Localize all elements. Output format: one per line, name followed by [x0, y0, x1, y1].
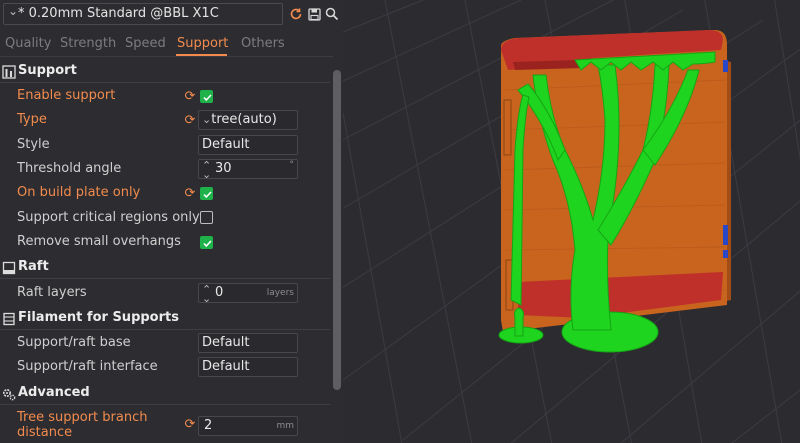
- tab-quality[interactable]: Quality: [5, 36, 51, 51]
- raft-layers-unit: layers: [266, 288, 294, 298]
- preset-name: * 0.20mm Standard @BBL X1C: [18, 6, 219, 21]
- viewport-scene: [343, 0, 800, 443]
- reset-arrow-icon[interactable]: ⟳: [183, 187, 197, 201]
- section-raft-header: Raft: [0, 258, 330, 278]
- threshold-angle-label: Threshold angle: [17, 161, 122, 176]
- section-advanced-header: Advanced: [0, 384, 330, 404]
- support-raft-interface-value: Default: [202, 359, 250, 374]
- tab-support[interactable]: Support: [177, 36, 228, 51]
- tab-speed[interactable]: Speed: [125, 36, 166, 51]
- tree-branch-distance-value: 2: [204, 418, 213, 433]
- style-label: Style: [17, 137, 50, 152]
- 3d-viewport[interactable]: [343, 0, 800, 443]
- on-build-plate-only-checkbox[interactable]: [200, 187, 213, 200]
- process-preset-dropdown[interactable]: ⌄ * 0.20mm Standard @BBL X1C: [3, 3, 283, 25]
- section-title: Raft: [18, 259, 49, 274]
- support-style-value: Default: [202, 137, 250, 152]
- tree-branch-distance-label-line2: distance: [17, 425, 73, 440]
- support-section-icon: [2, 64, 16, 79]
- section-divider: [0, 82, 330, 83]
- gears-icon: [2, 386, 16, 401]
- tree-branch-distance-input[interactable]: 2 mm: [198, 416, 298, 436]
- tabs-divider: [0, 56, 333, 57]
- reset-arrow-icon[interactable]: ⟳: [183, 114, 197, 128]
- remove-small-overhangs-checkbox[interactable]: [200, 236, 213, 249]
- threshold-angle-unit: °: [289, 160, 295, 170]
- refresh-icon[interactable]: [288, 6, 304, 22]
- support-raft-base-dropdown[interactable]: Default: [198, 333, 298, 353]
- preset-bar: ⌄ * 0.20mm Standard @BBL X1C: [0, 0, 343, 29]
- tab-strength[interactable]: Strength: [60, 36, 116, 51]
- section-filament-header: Filament for Supports: [0, 309, 330, 329]
- remove-small-overhangs-label: Remove small overhangs: [17, 234, 181, 249]
- spin-arrows-icon[interactable]: ⌃ ⌄: [202, 284, 211, 304]
- settings-panel: ⌄ * 0.20mm Standard @BBL X1C Quality Str…: [0, 0, 343, 443]
- enable-support-label: Enable support: [17, 88, 116, 103]
- section-title: Advanced: [18, 385, 90, 400]
- tab-others[interactable]: Others: [241, 36, 285, 51]
- section-divider: [0, 329, 330, 330]
- chevron-down-icon: ⌄: [202, 113, 212, 126]
- reset-arrow-icon[interactable]: ⟳: [183, 90, 197, 104]
- search-icon[interactable]: [324, 6, 340, 22]
- raft-section-icon: [2, 260, 16, 275]
- save-icon[interactable]: [306, 6, 322, 22]
- support-critical-regions-only-label: Support critical regions only: [17, 210, 200, 225]
- on-build-plate-only-label: On build plate only: [17, 185, 141, 200]
- support-type-dropdown[interactable]: ⌄tree(auto): [198, 110, 298, 130]
- settings-tabs: Quality Strength Speed Support Others: [0, 33, 343, 55]
- enable-support-checkbox[interactable]: [200, 90, 213, 103]
- support-raft-interface-label: Support/raft interface: [17, 359, 158, 374]
- support-type-value: tree(auto): [211, 112, 277, 127]
- raft-layers-label: Raft layers: [17, 285, 87, 300]
- support-style-dropdown[interactable]: Default: [198, 135, 298, 155]
- section-divider: [0, 404, 330, 405]
- chevron-down-icon: ⌄: [8, 4, 19, 18]
- support-raft-base-value: Default: [202, 335, 250, 350]
- tree-branch-distance-label-line1: Tree support branch: [17, 410, 148, 425]
- support-critical-regions-only-checkbox[interactable]: [200, 211, 213, 224]
- section-support-header: Support: [0, 62, 330, 82]
- section-title: Filament for Supports: [18, 310, 179, 325]
- section-divider: [0, 278, 330, 279]
- type-label: Type: [17, 112, 47, 127]
- support-raft-base-label: Support/raft base: [17, 335, 131, 350]
- support-raft-interface-dropdown[interactable]: Default: [198, 357, 298, 377]
- threshold-angle-input[interactable]: ⌃ ⌄ 30 °: [198, 159, 298, 180]
- raft-layers-value: 0: [215, 285, 224, 300]
- section-title: Support: [18, 63, 77, 78]
- tree-branch-distance-unit: mm: [276, 421, 294, 431]
- threshold-angle-value: 30: [215, 161, 232, 176]
- spin-arrows-icon[interactable]: ⌃ ⌄: [202, 160, 211, 180]
- raft-layers-input[interactable]: ⌃ ⌄ 0 layers: [198, 283, 298, 304]
- reset-arrow-icon[interactable]: ⟳: [183, 418, 197, 432]
- filament-section-icon: [2, 311, 16, 326]
- panel-scrollbar[interactable]: [333, 70, 341, 390]
